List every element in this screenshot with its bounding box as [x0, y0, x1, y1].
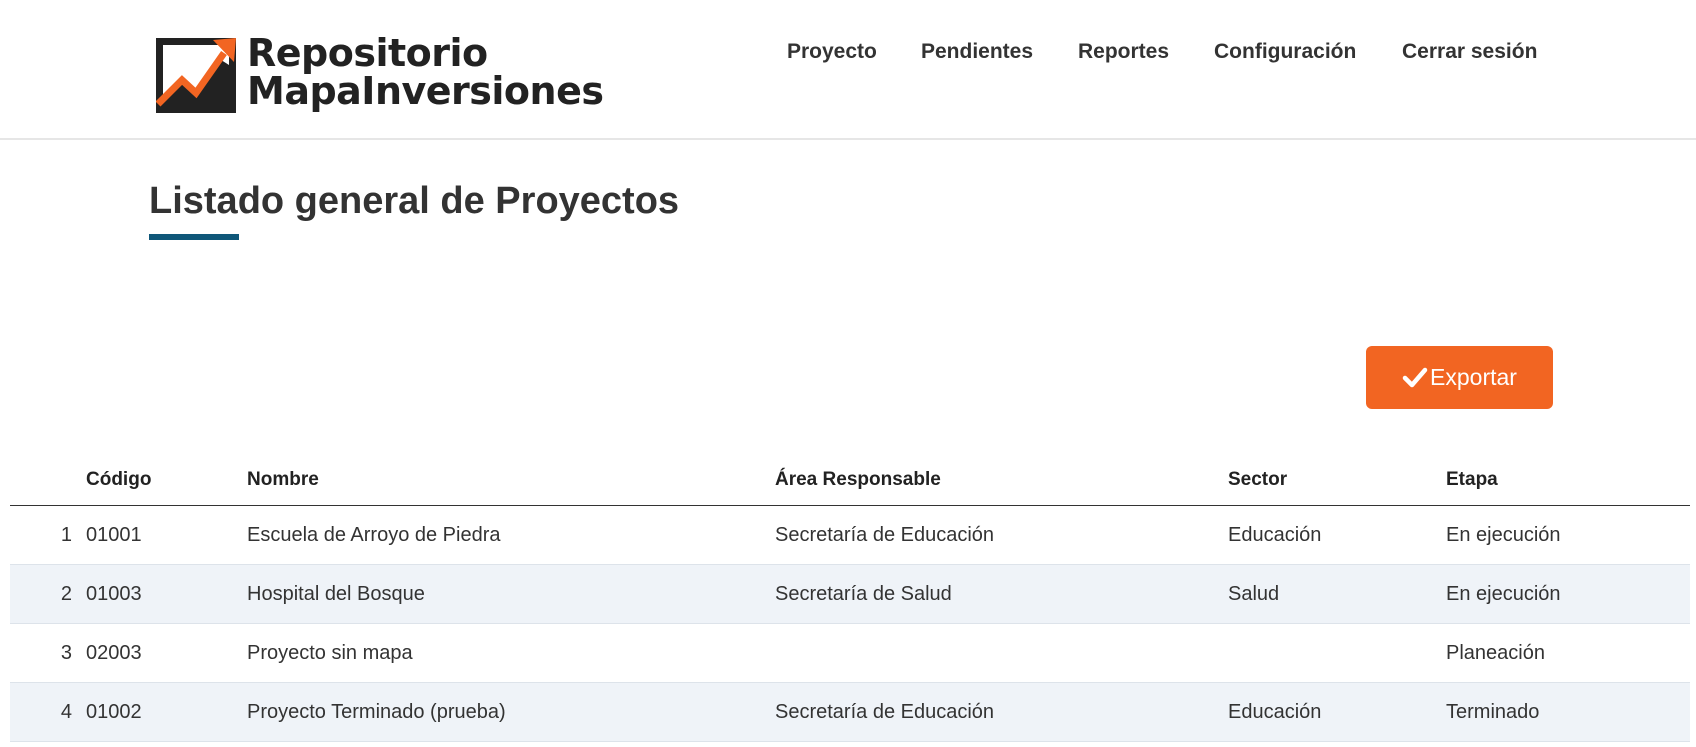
brand-line-1: Repositorio: [247, 31, 488, 75]
cell-code: 01002: [86, 701, 142, 723]
brand-name[interactable]: Repositorio MapaInversiones: [247, 31, 604, 113]
nav-cerrar-sesion[interactable]: Cerrar sesión: [1402, 40, 1537, 64]
cell-stage: Terminado: [1446, 701, 1540, 723]
page-title: Listado general de Proyectos: [149, 180, 680, 222]
projects-table: Código Nombre Área Responsable Sector Et…: [10, 456, 1690, 742]
cell-name: Proyecto Terminado (prueba): [247, 701, 506, 723]
table-row[interactable]: 3 02003 Proyecto sin mapa Planeación: [10, 624, 1690, 683]
brand-line-2: MapaInversiones: [247, 69, 604, 113]
cell-code: 01003: [86, 583, 142, 605]
title-underline: [149, 234, 239, 240]
cell-code: 02003: [86, 642, 142, 664]
column-header-sector[interactable]: Sector: [1228, 469, 1287, 491]
row-index: 2: [60, 583, 72, 605]
cell-area: Secretaría de Salud: [775, 583, 952, 605]
column-header-codigo[interactable]: Código: [86, 469, 151, 491]
table-row[interactable]: 2 01003 Hospital del Bosque Secretaría d…: [10, 565, 1690, 624]
site-header: Repositorio MapaInversiones Proyecto Pen…: [0, 0, 1696, 140]
logo-icon[interactable]: [156, 38, 236, 113]
cell-stage: Planeación: [1446, 642, 1545, 664]
check-icon: [1402, 367, 1428, 387]
cell-name: Escuela de Arroyo de Piedra: [247, 524, 501, 546]
cell-area: Secretaría de Educación: [775, 524, 995, 546]
cell-area: Secretaría de Educación: [775, 701, 995, 723]
cell-sector: Salud: [1228, 583, 1280, 605]
export-button[interactable]: Exportar: [1366, 346, 1553, 409]
nav-proyecto[interactable]: Proyecto: [787, 40, 877, 64]
cell-stage: En ejecución: [1446, 583, 1561, 605]
row-index: 3: [60, 642, 72, 664]
cell-stage: En ejecución: [1446, 524, 1561, 546]
column-header-etapa[interactable]: Etapa: [1446, 469, 1498, 491]
cell-name: Hospital del Bosque: [247, 583, 425, 605]
row-index: 4: [60, 701, 72, 723]
cell-name: Proyecto sin mapa: [247, 642, 413, 664]
nav-reportes[interactable]: Reportes: [1078, 40, 1169, 64]
cell-sector: Educación: [1228, 524, 1322, 546]
column-header-nombre[interactable]: Nombre: [247, 469, 319, 491]
export-label: Exportar: [1430, 364, 1517, 390]
table-row[interactable]: 4 01002 Proyecto Terminado (prueba) Secr…: [10, 683, 1690, 742]
cell-code: 01001: [86, 524, 142, 546]
row-index: 1: [60, 524, 72, 546]
table-row[interactable]: 1 01001 Escuela de Arroyo de Piedra Secr…: [10, 506, 1690, 565]
cell-sector: Educación: [1228, 701, 1322, 723]
nav-configuracion[interactable]: Configuración: [1214, 40, 1356, 64]
column-header-area[interactable]: Área Responsable: [775, 469, 941, 491]
table-header: Código Nombre Área Responsable Sector Et…: [10, 456, 1690, 506]
nav-pendientes[interactable]: Pendientes: [921, 40, 1033, 64]
